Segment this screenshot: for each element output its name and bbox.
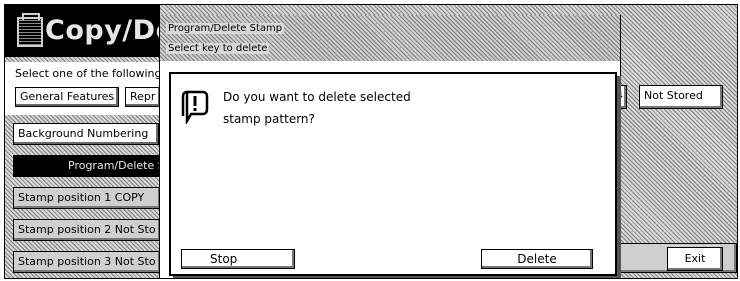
title-bar: Copy/Docu [5,5,210,57]
dialog-message: Do you want to delete selected stamp pat… [223,86,411,130]
tab-general-features[interactable]: General Features [15,87,119,107]
copier-icon [17,13,43,47]
panel-title: Program/Delete Stamp [166,23,285,34]
stamp-position-3-button[interactable]: Stamp position 3 Not Sto [13,251,161,273]
exit-button[interactable]: Exit [667,247,723,271]
exclamation-icon [181,90,209,124]
delete-confirm-dialog: Do you want to delete selected stamp pat… [169,72,617,276]
stop-button[interactable]: Stop [181,249,295,269]
stamp-position-2-button[interactable]: Stamp position 2 Not Sto [13,219,161,241]
tab-reproduction[interactable]: Repr [125,87,161,107]
stamp-4-status[interactable]: Not Stored [639,85,723,109]
delete-button[interactable]: Delete [481,249,593,269]
background-numbering-button[interactable]: Background Numbering [13,123,159,145]
program-delete-stamp-button[interactable]: Program/Delete St [13,155,161,177]
dialog-message-line-2: stamp pattern? [223,112,315,126]
dialog-message-line-1: Do you want to delete selected [223,90,411,104]
panel-subtitle: Select key to delete [166,43,270,54]
stamp-position-1-button[interactable]: Stamp position 1 COPY [13,187,161,209]
prompt-text: Select one of the following [15,67,162,80]
copier-screen: Copy/Docu Select one of the following Ge… [4,4,738,279]
panel-header: Program/Delete Stamp Select key to delet… [160,15,620,61]
